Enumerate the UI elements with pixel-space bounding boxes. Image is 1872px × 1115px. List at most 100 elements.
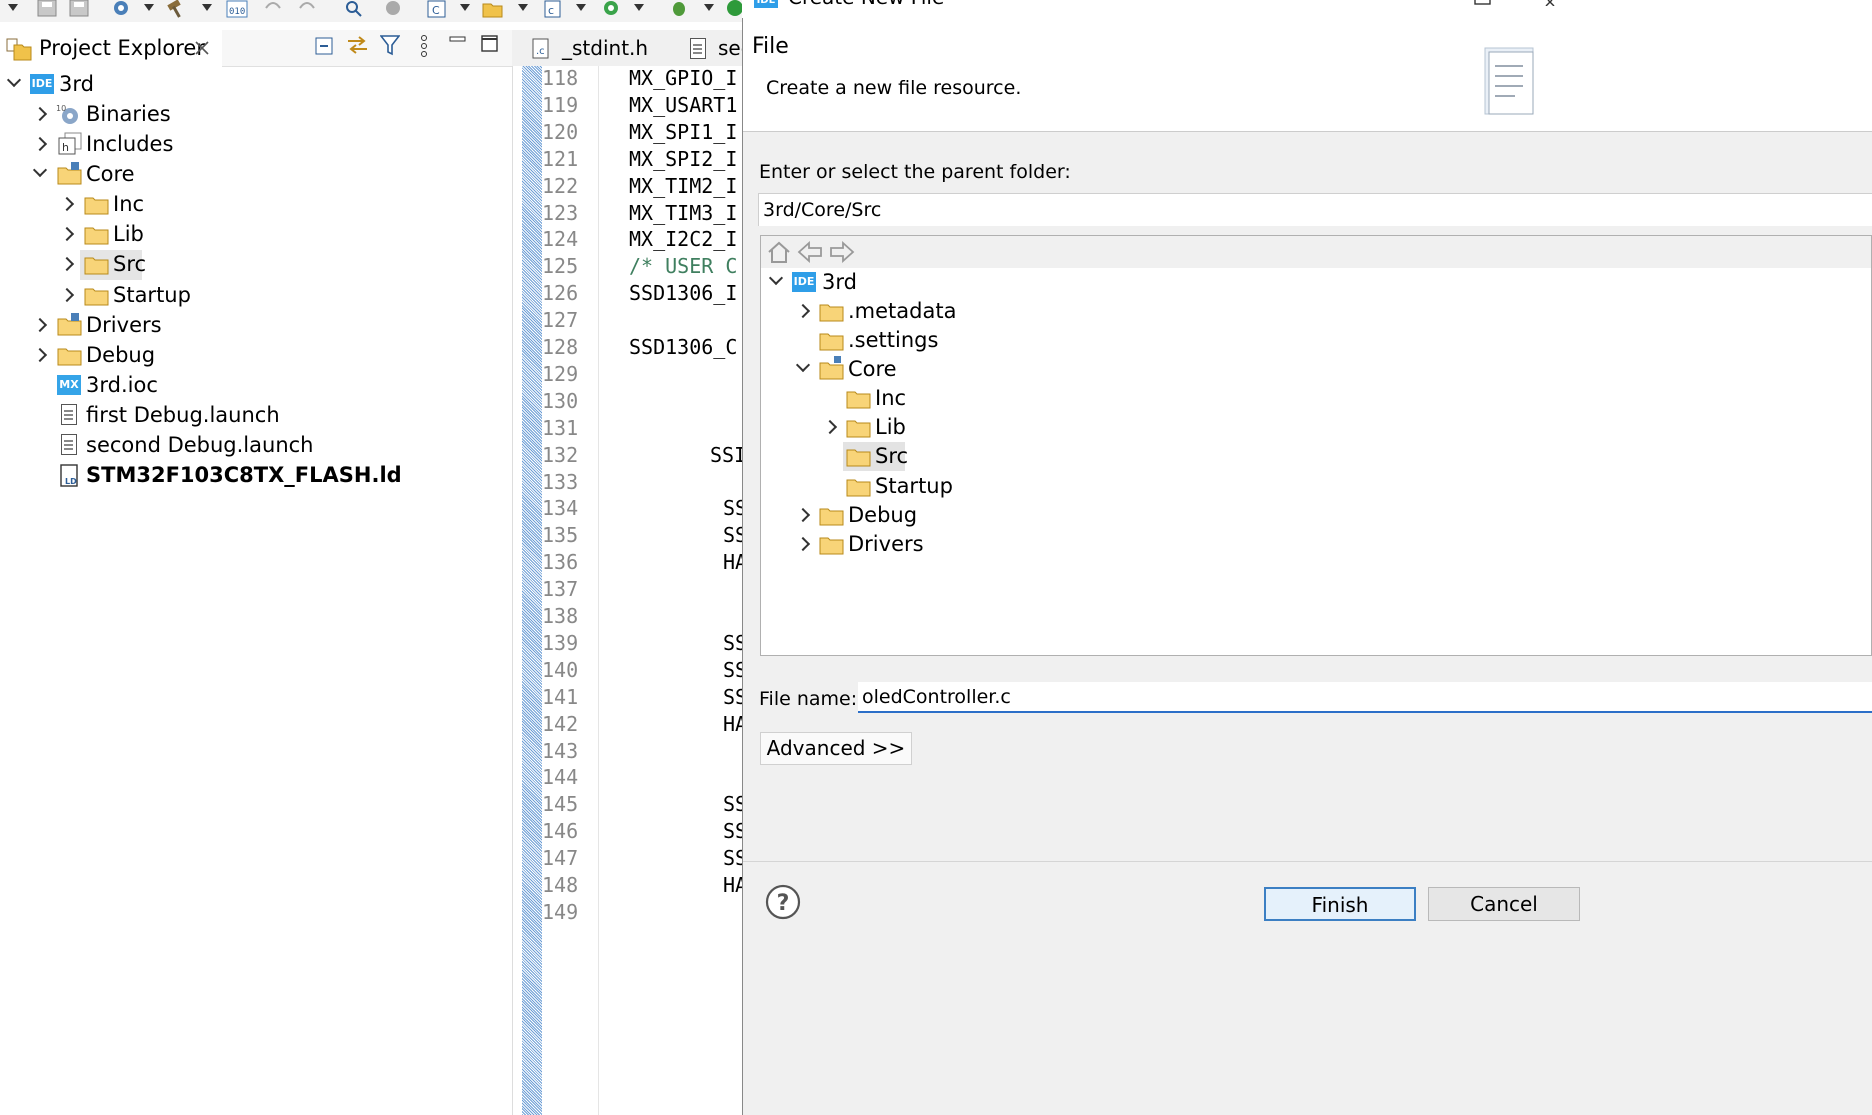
debug-config-icon[interactable] [382,0,404,18]
line-number: 131 [542,415,579,440]
new-folder-icon[interactable] [482,0,504,18]
tab-second[interactable]: sec [690,30,752,66]
line-number: 139 [542,630,579,655]
tree-item-label: 3rd.ioc [86,373,158,397]
svg-text:10: 10 [56,104,66,113]
chevron-down-icon[interactable] [32,162,48,178]
code-line[interactable]: SSD1306_C [629,335,737,359]
dropdown-arrow-icon[interactable] [704,4,714,11]
code-line[interactable]: MX_SPI2_I [629,147,737,171]
tab-stdint-h[interactable]: .c _stdint.h [524,30,674,66]
close-icon[interactable] [193,39,211,57]
debug-bug-icon[interactable] [668,0,690,18]
chevron-right-icon[interactable] [32,136,48,152]
chevron-right-icon[interactable] [795,507,811,523]
new-class-icon[interactable]: C [426,0,448,18]
dropdown-arrow-icon[interactable] [634,4,644,11]
code-line[interactable]: MX_GPIO_I [629,66,737,90]
chevron-right-icon[interactable] [59,287,75,303]
filter-icon[interactable] [380,34,400,56]
code-line[interactable]: MX_SPI1_I [629,120,737,144]
new-source-file-icon[interactable]: c [542,0,564,18]
new-file-wizard-icon [1484,47,1534,115]
chevron-down-icon[interactable] [6,72,22,88]
code-line[interactable]: MX_TIM3_I [629,201,737,225]
svg-text:h: h [62,141,69,154]
finish-button[interactable]: Finish [1264,887,1416,921]
chevron-right-icon[interactable] [822,419,838,435]
home-icon[interactable] [767,240,791,264]
advanced-button[interactable]: Advanced >> [760,732,912,765]
dropdown-arrow-icon[interactable] [460,4,470,11]
tree-item-label: Lib [113,222,144,246]
save-icon[interactable] [36,0,58,18]
line-number: 119 [542,92,579,117]
launch-file-icon [61,434,77,455]
cancel-button[interactable]: Cancel [1428,887,1580,921]
chevron-right-icon[interactable] [795,303,811,319]
chevron-down-icon[interactable] [795,357,811,373]
ide-project-icon: IDE [792,272,816,292]
chevron-right-icon[interactable] [59,256,75,272]
tree-item-label: Debug [86,343,156,367]
code-line[interactable]: MX_TIM2_I [629,174,737,198]
line-number: 145 [542,792,579,817]
back-arrow-icon[interactable] [797,240,823,264]
help-icon[interactable]: ? [765,884,801,920]
tree-nav-bar [761,236,1871,268]
chevron-right-icon[interactable] [59,196,75,212]
code-line[interactable]: /* USER C [629,254,737,278]
dropdown-arrow-icon[interactable] [8,4,18,11]
refresh-icon[interactable] [600,0,622,18]
settings-gear-icon[interactable] [110,0,132,18]
code-line[interactable]: MX_USART1 [629,93,737,117]
folder-icon [819,333,844,351]
line-number: 134 [542,496,579,521]
file-name-input[interactable]: oledController.c [858,682,1872,713]
dropdown-arrow-icon[interactable] [518,4,528,11]
line-number: 133 [542,469,579,494]
chevron-right-icon[interactable] [59,226,75,242]
binary-icon[interactable]: 010 [226,0,248,18]
redo-icon[interactable] [296,0,318,18]
close-icon[interactable] [1538,0,1556,6]
cubemx-icon: MX [57,375,81,395]
restore-icon[interactable] [1474,0,1492,6]
chevron-right-icon[interactable] [795,536,811,552]
code-line[interactable]: MX_I2C2_I [629,227,737,251]
forward-arrow-icon[interactable] [829,240,855,264]
undo-icon[interactable] [262,0,284,18]
build-hammer-icon[interactable] [166,0,188,18]
ide-project-icon: IDE [30,74,54,94]
maximize-icon[interactable] [480,34,500,54]
line-number: 121 [542,146,579,171]
code-line[interactable]: SSI [710,443,746,467]
chevron-right-icon[interactable] [32,317,48,333]
dropdown-arrow-icon[interactable] [576,4,586,11]
line-number: 147 [542,846,579,871]
tree-item-label: Drivers [848,532,924,556]
svg-text:.c: .c [536,46,545,57]
dropdown-arrow-icon[interactable] [144,4,154,11]
parent-folder-value: 3rd/Core/Src [763,199,882,221]
view-menu-icon[interactable] [419,34,429,58]
tree-item-label: Core [848,357,897,381]
search-icon[interactable] [342,0,364,18]
minimize-icon[interactable] [448,34,468,46]
folder-tree-view[interactable]: IDE 3rd .metadata .settings Core Inc Lib… [760,235,1872,656]
folder-icon [57,348,82,366]
chevron-down-icon[interactable] [768,270,784,286]
code-line[interactable]: SSD1306_I [629,281,737,305]
svg-text:C: C [432,4,440,17]
link-with-editor-icon[interactable] [345,33,371,57]
collapse-all-icon[interactable] [314,36,336,56]
folder-icon [84,197,109,215]
parent-folder-input[interactable]: 3rd/Core/Src [758,193,1872,226]
chevron-right-icon[interactable] [32,106,48,122]
save-all-icon[interactable] [68,0,90,18]
project-explorer-tab[interactable]: Project Explorer [0,30,222,67]
chevron-right-icon[interactable] [32,347,48,363]
dropdown-arrow-icon[interactable] [202,4,212,11]
line-number: 130 [542,388,579,413]
line-number: 132 [542,442,579,467]
